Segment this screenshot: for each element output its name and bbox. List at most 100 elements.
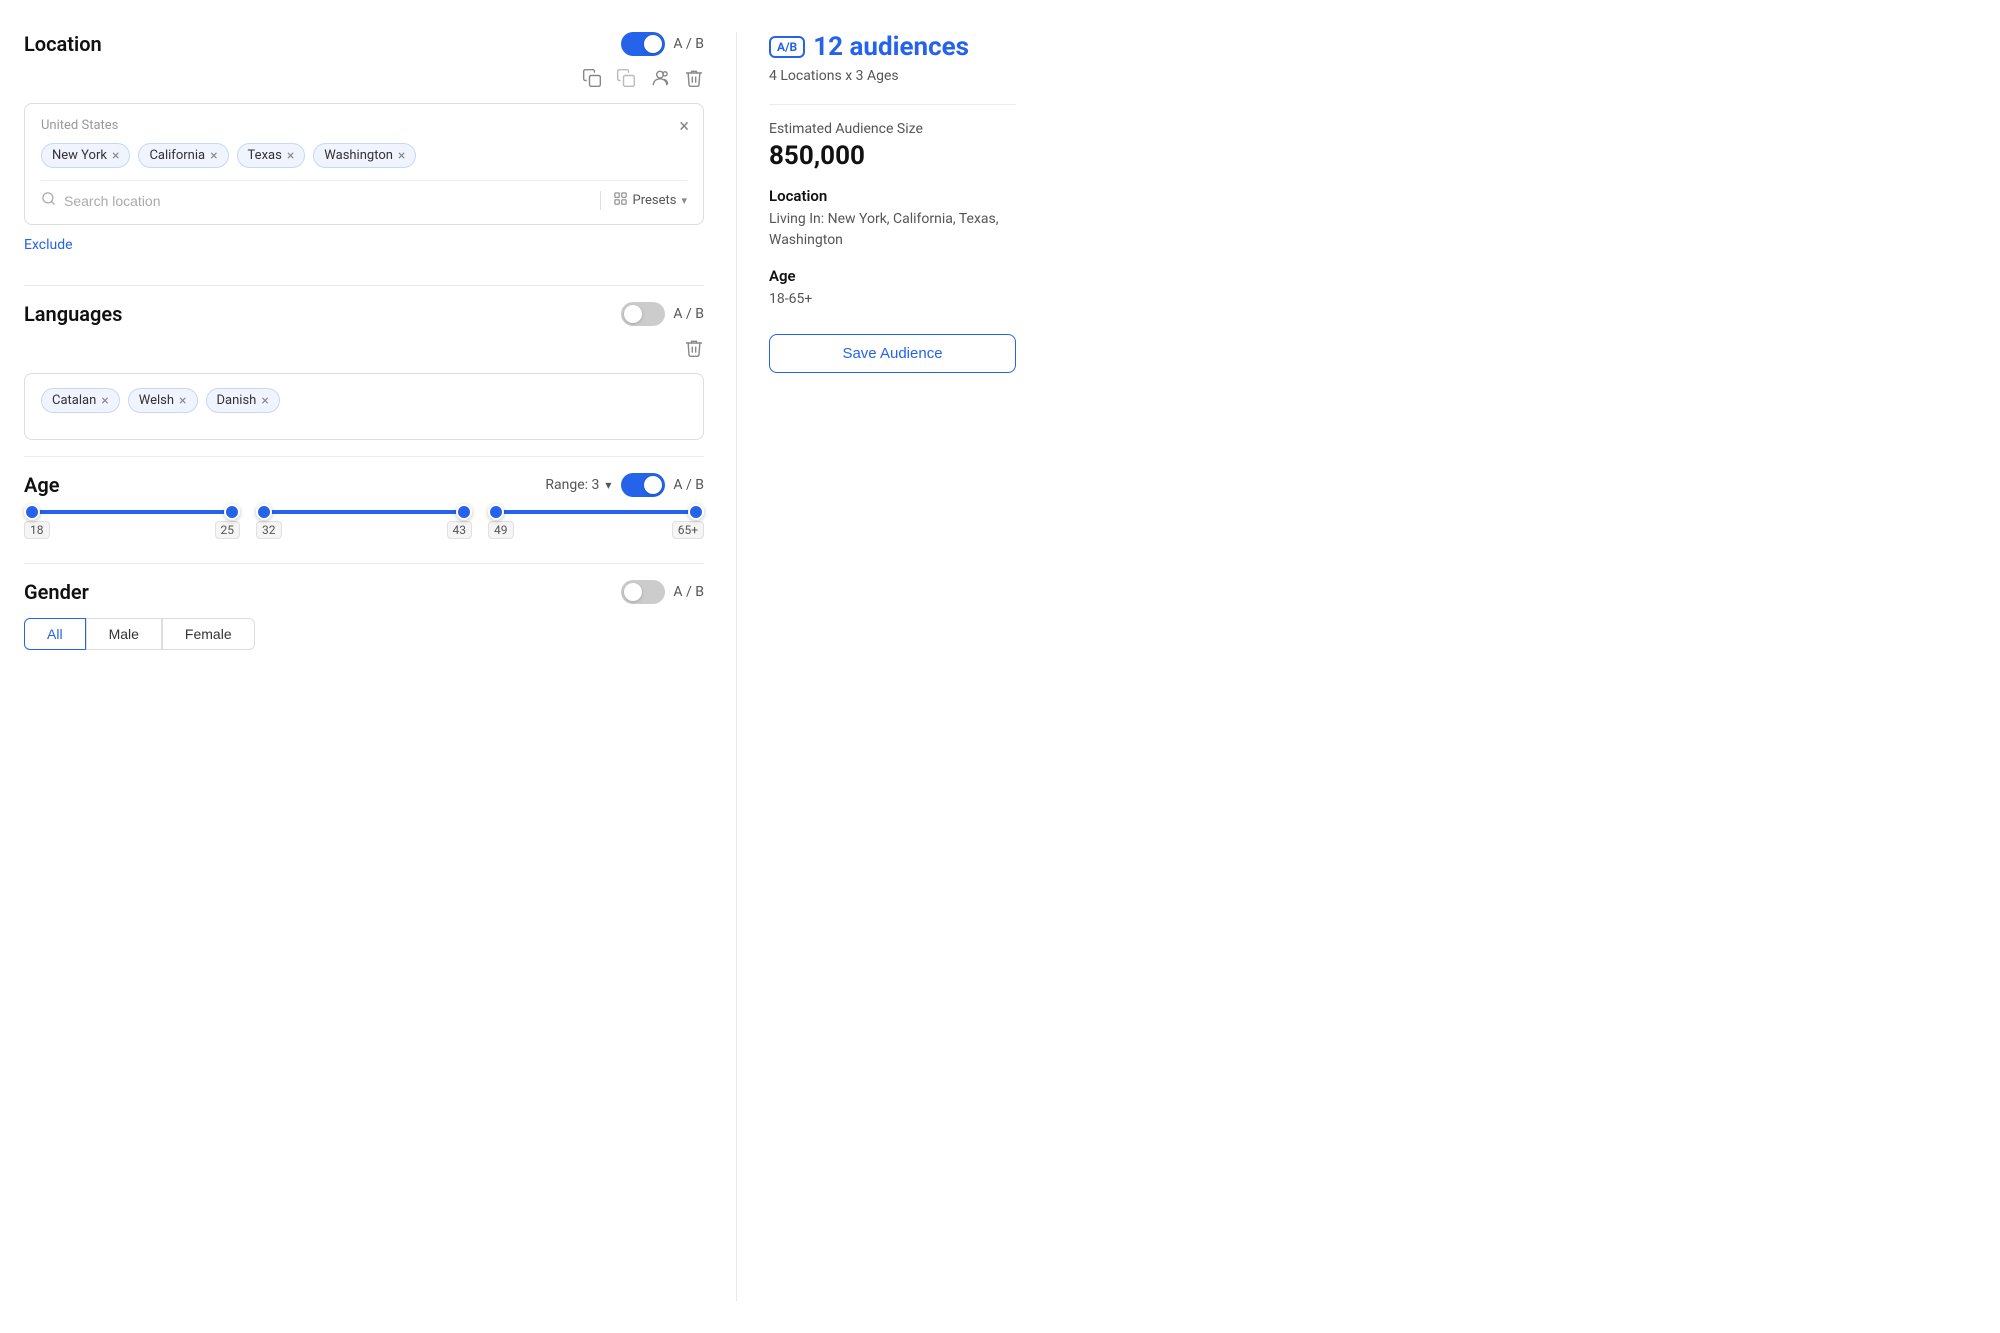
- tag-washington-label: Washington: [324, 148, 393, 163]
- slider-1-thumb-right[interactable]: [224, 504, 240, 520]
- slider-1-labels: 18 25: [24, 521, 240, 539]
- delete-location-icon[interactable]: [684, 68, 704, 93]
- sidebar-age-label: Age: [769, 267, 1016, 285]
- location-header: Location A / B: [24, 32, 704, 56]
- age-title: Age: [24, 473, 60, 497]
- age-sliders-row: 18 25 32 43: [24, 509, 704, 539]
- gender-all-button[interactable]: All: [24, 618, 86, 650]
- age-ab-toggle[interactable]: [621, 473, 665, 497]
- paste-icon[interactable]: [616, 68, 636, 93]
- location-title: Location: [24, 32, 102, 56]
- location-country: United States: [41, 118, 687, 133]
- delete-languages-icon[interactable]: [684, 338, 704, 363]
- gender-title: Gender: [24, 580, 89, 604]
- slider-3-track: [496, 509, 696, 515]
- slider-2-thumb-right[interactable]: [456, 504, 472, 520]
- tag-welsh: Welsh ×: [128, 388, 198, 413]
- slider-1-min: 18: [24, 521, 50, 539]
- age-toggle-thumb: [644, 476, 662, 494]
- tag-new-york-close[interactable]: ×: [112, 149, 119, 163]
- location-toggle-thumb: [644, 35, 662, 53]
- tag-catalan: Catalan ×: [41, 388, 120, 413]
- presets-icon: [613, 191, 628, 210]
- audience-icon[interactable]: [650, 68, 670, 93]
- audiences-header: A/B 12 audiences: [769, 32, 1016, 62]
- tag-california: California ×: [138, 143, 228, 168]
- tag-texas-close[interactable]: ×: [287, 149, 294, 163]
- slider-2-labels: 32 43: [256, 521, 472, 539]
- right-panel: A/B 12 audiences 4 Locations x 3 Ages Es…: [736, 32, 1016, 1301]
- sidebar-age-value: 18-65+: [769, 289, 1016, 310]
- search-icon: [41, 191, 56, 210]
- languages-title: Languages: [24, 302, 122, 326]
- slider-1-track: [32, 509, 232, 515]
- tag-california-close[interactable]: ×: [210, 149, 217, 163]
- languages-ab-toggle[interactable]: [621, 302, 665, 326]
- save-audience-button[interactable]: Save Audience: [769, 334, 1016, 373]
- languages-box: Catalan × Welsh × Danish ×: [24, 373, 704, 440]
- slider-3-thumb-left[interactable]: [488, 504, 504, 520]
- copy-icon[interactable]: [582, 68, 602, 93]
- tag-welsh-close[interactable]: ×: [179, 394, 186, 408]
- gender-ab-label: A / B: [673, 584, 704, 600]
- left-panel: Location A / B: [24, 32, 704, 1301]
- gender-controls: A / B: [621, 580, 704, 604]
- slider-2-fill: [264, 510, 464, 514]
- slider-1-max: 25: [215, 521, 241, 539]
- age-toggle-wrapper: A / B: [621, 473, 704, 497]
- slider-3-thumb-right[interactable]: [688, 504, 704, 520]
- age-section: Age Range: 3 ▾ A / B: [24, 473, 704, 539]
- tag-new-york: New York ×: [41, 143, 130, 168]
- ab-badge: A/B: [769, 36, 805, 58]
- age-controls: Range: 3 ▾ A / B: [545, 473, 704, 497]
- languages-ab-label: A / B: [673, 306, 704, 322]
- sidebar-location-value: Living In: New York, California, Texas, …: [769, 209, 1016, 251]
- age-header: Age Range: 3 ▾ A / B: [24, 473, 704, 497]
- sidebar-location-label: Location: [769, 187, 1016, 205]
- location-toolbar: [24, 68, 704, 93]
- tag-danish-close[interactable]: ×: [261, 394, 268, 408]
- divider-3: [24, 563, 704, 564]
- presets-button[interactable]: Presets ▾: [600, 191, 687, 210]
- gender-ab-toggle[interactable]: [621, 580, 665, 604]
- languages-controls: A / B: [621, 302, 704, 326]
- slider-3-max: 65+: [672, 521, 704, 539]
- tag-catalan-close[interactable]: ×: [101, 394, 108, 408]
- range-chevron-icon: ▾: [605, 478, 611, 492]
- location-search-row: Presets ▾: [41, 180, 687, 210]
- languages-toggle-wrapper: A / B: [621, 302, 704, 326]
- tag-catalan-label: Catalan: [52, 393, 96, 408]
- age-slider-3: 49 65+: [488, 509, 704, 539]
- languages-toolbar: [24, 338, 704, 363]
- age-slider-1: 18 25: [24, 509, 240, 539]
- location-controls: A / B: [621, 32, 704, 56]
- presets-label: Presets: [633, 193, 677, 208]
- age-slider-2: 32 43: [256, 509, 472, 539]
- gender-male-button[interactable]: Male: [86, 618, 162, 650]
- location-search-input[interactable]: [64, 193, 600, 209]
- location-box-close[interactable]: ×: [679, 116, 689, 137]
- gender-section: Gender A / B All Male Female: [24, 580, 704, 650]
- gender-options: All Male Female: [24, 618, 704, 650]
- presets-chevron-icon: ▾: [681, 194, 687, 207]
- gender-female-button[interactable]: Female: [162, 618, 255, 650]
- tag-texas: Texas ×: [237, 143, 306, 168]
- slider-1-thumb-left[interactable]: [24, 504, 40, 520]
- exclude-link[interactable]: Exclude: [24, 237, 73, 253]
- age-ab-label: A / B: [673, 477, 704, 493]
- range-text: Range: 3: [545, 477, 599, 493]
- tag-danish-label: Danish: [217, 393, 257, 408]
- location-ab-toggle[interactable]: [621, 32, 665, 56]
- languages-tags: Catalan × Welsh × Danish ×: [41, 388, 687, 413]
- tag-washington-close[interactable]: ×: [398, 149, 405, 163]
- divider-2: [24, 456, 704, 457]
- slider-3-fill: [496, 510, 696, 514]
- audiences-count: 12 audiences: [813, 32, 969, 62]
- languages-header: Languages A / B: [24, 302, 704, 326]
- range-label[interactable]: Range: 3 ▾: [545, 477, 611, 493]
- tag-texas-label: Texas: [248, 148, 282, 163]
- location-ab-label: A / B: [673, 36, 704, 52]
- slider-2-track: [264, 509, 464, 515]
- location-tags: New York × California × Texas × Washingt…: [41, 143, 687, 168]
- slider-2-thumb-left[interactable]: [256, 504, 272, 520]
